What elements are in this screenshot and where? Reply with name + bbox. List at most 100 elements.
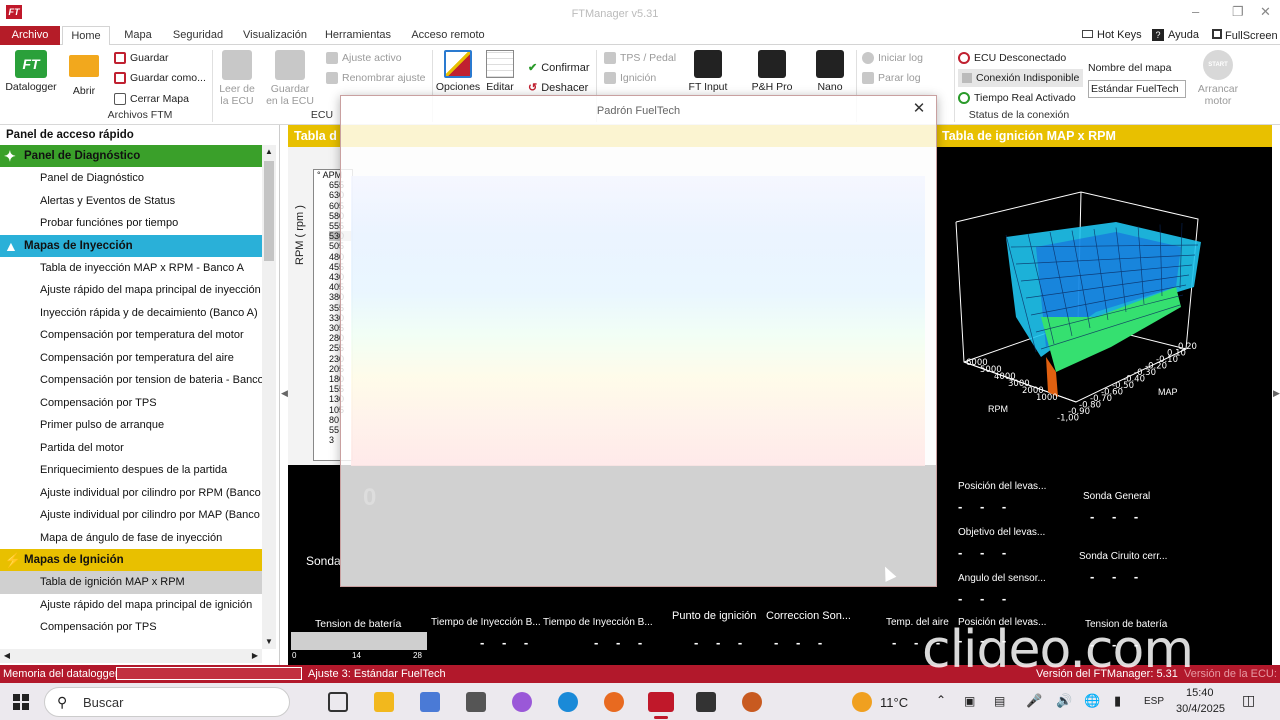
mail-icon[interactable]: [466, 692, 486, 712]
hotkeys-button[interactable]: Hot Keys: [1082, 29, 1142, 41]
ayuda-button[interactable]: ? Ayuda: [1152, 29, 1199, 41]
list-item[interactable]: Tabla de inyección MAP x RPM - Banco A: [0, 257, 262, 280]
list-item[interactable]: Enriquecimiento despues de la partida: [0, 459, 262, 482]
minimize-icon[interactable]: –: [1192, 4, 1199, 19]
language-indicator[interactable]: ESP: [1144, 696, 1164, 707]
list-item[interactable]: Tabla de ignición MAP x RPM: [0, 571, 262, 594]
restore-icon[interactable]: ❐: [1232, 4, 1244, 20]
list-item[interactable]: Ajuste individual por cilindro por MAP (…: [0, 504, 262, 527]
abrir-button[interactable]: Abrir: [64, 55, 104, 97]
list-item[interactable]: Compensación por TPS: [0, 392, 262, 415]
copilot-icon[interactable]: [512, 692, 532, 712]
taskbar-search-box[interactable]: ⚲ Buscar: [44, 687, 290, 717]
tab-visualizacion[interactable]: Visualización: [240, 26, 310, 45]
scroll-thumb[interactable]: [264, 161, 274, 261]
microphone-icon[interactable]: 🎤: [1026, 693, 1042, 709]
ignition-3d-chart[interactable]: 6000500040003000200010000.200.10-0.10-0.…: [936, 147, 1272, 465]
tab-mapa[interactable]: Mapa: [118, 26, 158, 45]
guardar-button[interactable]: Guardar: [114, 49, 169, 67]
store-icon[interactable]: [420, 692, 440, 712]
collapse-right-icon[interactable]: ▶: [1273, 388, 1280, 399]
cerrar-mapa-button[interactable]: Cerrar Mapa: [114, 90, 189, 108]
folder-icon: [69, 55, 99, 77]
collapse-left-icon[interactable]: ◀: [281, 388, 288, 399]
list-item[interactable]: Compensación por tension de bateria - Ba…: [0, 369, 262, 392]
list-item[interactable]: Panel de Diagnóstico: [0, 167, 262, 190]
nano-button[interactable]: Nano: [808, 50, 852, 93]
iniciar-log-button[interactable]: Iniciar log: [862, 49, 923, 67]
edge-browser-icon[interactable]: [558, 692, 578, 712]
app-hand-icon[interactable]: [742, 692, 762, 712]
datalogger-icon: FT: [15, 50, 47, 78]
file-explorer-icon[interactable]: [374, 692, 394, 712]
ignicion-button[interactable]: Ignición: [604, 69, 656, 87]
ft-input-button[interactable]: FT Input: [684, 50, 732, 93]
ajuste-activo-button[interactable]: Ajuste activo: [326, 49, 402, 67]
tab-seguridad[interactable]: Seguridad: [170, 26, 226, 45]
ftmanager-taskbar-icon[interactable]: [648, 692, 674, 712]
vertical-scrollbar[interactable]: ▲ ▼: [262, 145, 276, 649]
gauge-value: - - -: [694, 635, 750, 650]
nombre-mapa-field[interactable]: Estándar FuelTech: [1088, 80, 1186, 98]
network-icon[interactable]: 🌐: [1084, 693, 1100, 709]
dialog-table-preview: [351, 176, 925, 466]
section-mapas-ignicion[interactable]: ⚡ Mapas de Ignición: [0, 549, 262, 571]
arrancar-motor-button[interactable]: START Arrancar motor: [1196, 50, 1240, 107]
list-item[interactable]: Primer pulso de arranque: [0, 414, 262, 437]
ph-pro-button[interactable]: P&H Pro: [748, 50, 796, 93]
gauge-label: Sonda Ciruito cerr...: [1079, 551, 1168, 562]
scroll-down-icon[interactable]: ▼: [262, 635, 276, 649]
dialog-close-icon[interactable]: ✕: [910, 100, 928, 118]
scroll-right-icon[interactable]: ▶: [248, 649, 262, 663]
speaker-icon[interactable]: 🔊: [1056, 693, 1072, 709]
scroll-up-icon[interactable]: ▲: [262, 145, 276, 159]
undo-icon: ↺: [528, 82, 538, 94]
datalogger-button[interactable]: FT Datalogger: [4, 50, 58, 93]
confirmar-button[interactable]: ✔ Confirmar: [528, 59, 590, 77]
list-item[interactable]: Alertas y Eventos de Status: [0, 190, 262, 213]
tray-app2-icon[interactable]: ▤: [994, 694, 1005, 708]
task-view-icon[interactable]: [328, 692, 348, 712]
list-item[interactable]: Inyección rápida y de decaimiento (Banco…: [0, 302, 262, 325]
section-panel-diagnostico[interactable]: ✦ Panel de Diagnóstico: [0, 145, 262, 167]
weather-icon[interactable]: [852, 692, 872, 712]
guardar-como-button[interactable]: Guardar como...: [114, 69, 206, 87]
renombrar-ajuste-button[interactable]: Renombrar ajuste: [326, 69, 425, 87]
list-item[interactable]: Ajuste rápido del mapa principal de igni…: [0, 594, 262, 617]
ignition-table-title: Tabla de ignición MAP x RPM: [936, 125, 1272, 147]
clapper-icon[interactable]: [696, 692, 716, 712]
notifications-icon[interactable]: ◫: [1242, 692, 1255, 709]
section-mapas-inyeccion[interactable]: ▲ Mapas de Inyección: [0, 234, 262, 257]
list-item[interactable]: Compensación por temperatura del aire: [0, 347, 262, 370]
tray-chevron-icon[interactable]: ⌃: [936, 693, 946, 707]
list-item[interactable]: Ajuste individual por cilindro por RPM (…: [0, 482, 262, 505]
tab-archivo[interactable]: Archivo: [0, 26, 60, 45]
list-item[interactable]: Probar funciónes por tiempo: [0, 212, 262, 235]
battery-icon[interactable]: ▮: [1114, 693, 1121, 709]
clock-date[interactable]: 30/4/2025: [1176, 703, 1225, 715]
list-item[interactable]: Ajuste rápido del mapa principal de inye…: [0, 279, 262, 302]
firefox-icon[interactable]: [604, 692, 624, 712]
edit-table-icon: [486, 50, 514, 78]
list-item[interactable]: Mapa de ángulo de fase de inyección: [0, 527, 262, 550]
editar-button[interactable]: Editar: [484, 50, 516, 93]
tab-home[interactable]: Home: [62, 26, 110, 46]
fullscreen-button[interactable]: FullScreen: [1212, 29, 1278, 42]
horizontal-scrollbar[interactable]: ◀ ▶: [0, 649, 262, 663]
tab-acceso-remoto[interactable]: Acceso remoto: [408, 26, 488, 45]
windows-start-icon[interactable]: [13, 694, 29, 710]
clock-time[interactable]: 15:40: [1186, 687, 1214, 699]
tps-pedal-button[interactable]: TPS / Pedal: [604, 49, 676, 67]
close-window-icon[interactable]: ✕: [1260, 4, 1271, 20]
guardar-ecu-button[interactable]: Guardar en la ECU: [264, 50, 316, 107]
leer-ecu-button[interactable]: Leer de la ECU: [216, 50, 258, 107]
stop-icon: [862, 72, 874, 85]
opciones-button[interactable]: Opciones: [434, 50, 482, 93]
parar-log-button[interactable]: Parar log: [862, 69, 921, 87]
tab-herramientas[interactable]: Herramientas: [322, 26, 394, 45]
list-item[interactable]: Compensación por temperatura del motor: [0, 324, 262, 347]
list-item[interactable]: Compensación por TPS: [0, 616, 262, 639]
scroll-left-icon[interactable]: ◀: [0, 649, 14, 663]
list-item[interactable]: Partida del motor: [0, 437, 262, 460]
tray-app-icon[interactable]: ▣: [964, 694, 975, 708]
